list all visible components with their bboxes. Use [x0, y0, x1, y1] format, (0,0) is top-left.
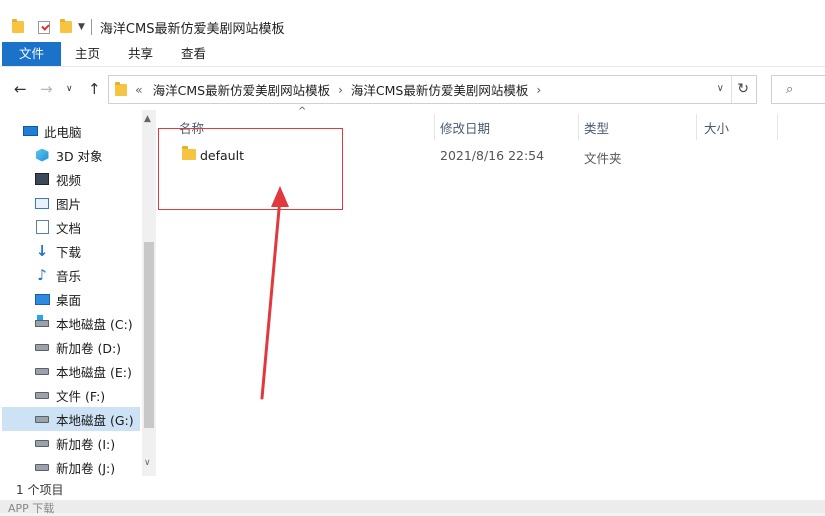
explorer-window: ▼ 海洋CMS最新仿爱美剧网站模板 文件 主页 共享 查看 ← → ∨ ↑ « … [0, 0, 825, 500]
annotation-arrow-shaft [260, 196, 282, 400]
background-text: APP 下载 [8, 502, 55, 515]
status-bar: 1 个项目 [0, 478, 825, 500]
item-count: 1 个项目 [16, 483, 64, 497]
background-page-strip: APP 下载 [0, 500, 825, 515]
annotation-arrow [260, 186, 289, 400]
annotation-arrow-head [271, 186, 289, 207]
